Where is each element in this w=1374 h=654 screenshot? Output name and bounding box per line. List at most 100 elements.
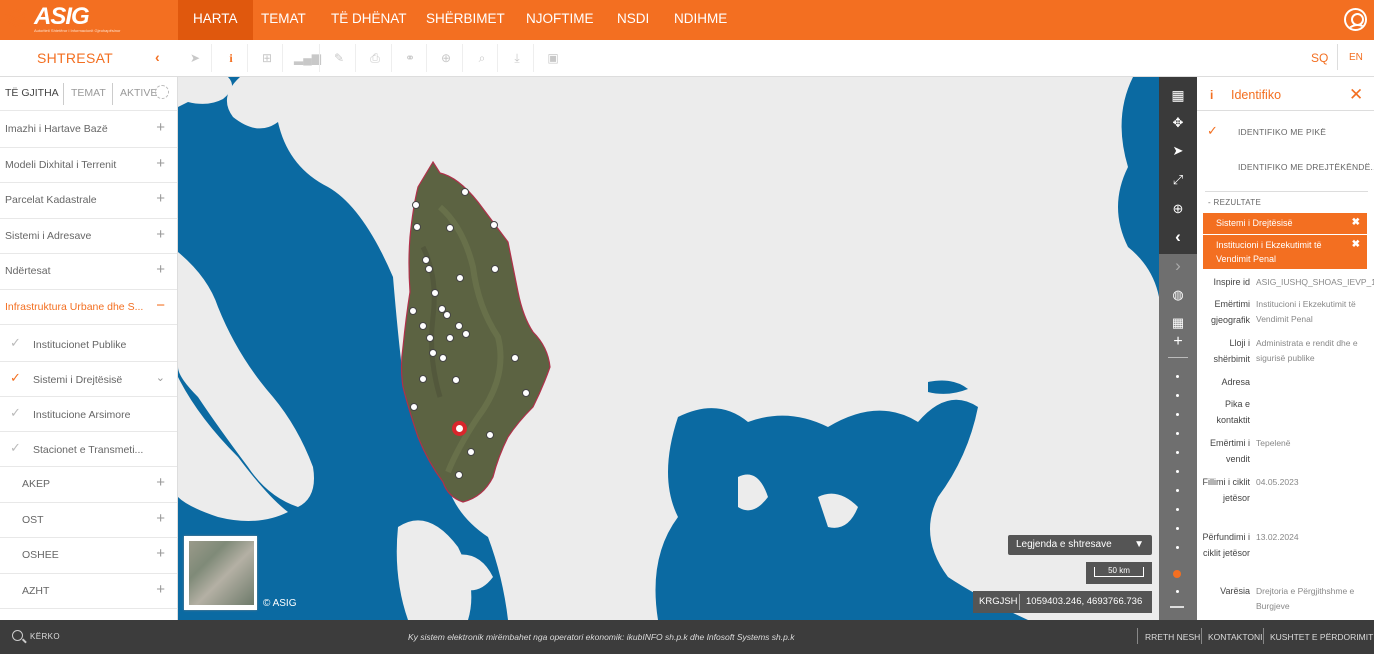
zoom-level-dot[interactable] [1176, 546, 1179, 549]
globe-icon[interactable]: ◍ [1168, 285, 1188, 305]
add-circle-icon[interactable]: ⊕ [437, 49, 455, 67]
nav-ndihme[interactable]: NDIHME [659, 0, 742, 40]
link-icon[interactable]: ⚭ [401, 49, 419, 67]
nav-sherbimet[interactable]: SHËRBIMET [411, 0, 520, 40]
image-icon[interactable]: ▣ [544, 49, 562, 67]
map-marker[interactable] [429, 349, 437, 357]
expand-icon[interactable]: + [156, 474, 165, 491]
zoom-level-dot[interactable] [1176, 590, 1179, 593]
map-marker[interactable] [462, 330, 470, 338]
map-marker[interactable] [446, 334, 454, 342]
satellite-thumbnail[interactable] [189, 541, 254, 605]
tab-active[interactable]: AKTIVE [120, 87, 157, 99]
search-map-icon[interactable]: ⌕ [473, 49, 491, 67]
layer-group[interactable]: Parcelat Kadastrale + [0, 183, 177, 219]
search-button-label[interactable]: KËRKO [30, 632, 60, 641]
sublayer-item[interactable]: ✓ Institucione Arsimore [0, 397, 177, 432]
check-icon[interactable]: ✓ [10, 440, 21, 456]
chart-icon[interactable]: ▂▄▆ [294, 49, 321, 67]
map-marker[interactable] [461, 188, 469, 196]
identify-by-point[interactable]: IDENTIFIKO ME PIKË [1238, 127, 1326, 137]
tab-all[interactable]: TË GJITHA [5, 87, 59, 99]
collapse-panel-button[interactable]: ‹ [155, 49, 160, 65]
locate-icon[interactable]: ➤ [1168, 141, 1188, 161]
layer-group-expanded[interactable]: Infrastruktura Urbane dhe S... − [0, 290, 177, 325]
layer-group[interactable]: AZHT + [0, 574, 177, 609]
expand-arrows-icon[interactable]: ⤢ [1168, 170, 1188, 190]
map-marker[interactable] [490, 221, 498, 229]
back-chevron-icon[interactable]: ‹ [1168, 227, 1188, 247]
zoom-level-dot[interactable] [1176, 432, 1179, 435]
map-marker[interactable] [412, 201, 420, 209]
layer-group[interactable]: Sistemi i Adresave + [0, 219, 177, 254]
check-icon[interactable]: ✓ [10, 335, 21, 351]
zoom-level-dot[interactable] [1176, 489, 1179, 492]
remove-icon[interactable]: ✖ [1352, 216, 1360, 230]
expand-icon[interactable]: + [156, 119, 165, 136]
map-marker[interactable] [511, 354, 519, 362]
map-marker[interactable] [410, 403, 418, 411]
tab-themes[interactable]: TEMAT [71, 87, 106, 99]
map-marker[interactable] [491, 265, 499, 273]
selected-map-marker[interactable] [452, 421, 467, 436]
map-marker[interactable] [522, 389, 530, 397]
expand-icon[interactable]: + [156, 545, 165, 562]
map-marker[interactable] [431, 289, 439, 297]
chevron-down-icon[interactable]: ⌄ [156, 371, 165, 384]
zoom-level-current[interactable] [1173, 570, 1181, 578]
map-marker[interactable] [455, 322, 463, 330]
download-icon[interactable]: ⤓ [508, 49, 526, 67]
info-icon[interactable]: i [222, 49, 240, 67]
zoom-level-dot[interactable] [1176, 527, 1179, 530]
results-header[interactable]: - REZULTATE [1208, 198, 1261, 207]
close-icon[interactable]: ✕ [1349, 85, 1363, 105]
expand-icon[interactable]: + [156, 226, 165, 243]
search-icon[interactable] [12, 630, 23, 641]
expand-icon[interactable]: + [156, 510, 165, 527]
check-icon[interactable]: ✓ [10, 405, 21, 421]
zoom-level-dot[interactable] [1176, 394, 1179, 397]
map-marker[interactable] [413, 223, 421, 231]
layer-group[interactable]: OSHEE + [0, 538, 177, 574]
zoom-level-dot[interactable] [1176, 451, 1179, 454]
zoom-level-dot[interactable] [1176, 470, 1179, 473]
expand-icon[interactable]: + [156, 155, 165, 172]
map-marker[interactable] [439, 354, 447, 362]
check-icon[interactable]: ✓ [10, 370, 21, 386]
pointer-icon[interactable]: ➤ [186, 49, 204, 67]
zoom-level-dot[interactable] [1176, 375, 1179, 378]
identify-by-rectangle[interactable]: IDENTIFIKO ME DREJTËKËNDË... [1238, 162, 1374, 172]
map-marker[interactable] [426, 334, 434, 342]
sublayer-item-active[interactable]: ✓ Sistemi i Drejtësisë ⌄ [0, 362, 177, 397]
map-marker[interactable] [467, 448, 475, 456]
layer-group[interactable]: Modeli Dixhital i Terrenit + [0, 148, 177, 183]
map-marker[interactable] [452, 376, 460, 384]
map-marker[interactable] [419, 322, 427, 330]
crs-label[interactable]: KRGJSH [979, 591, 1018, 613]
grid-icon[interactable]: ▦ [1168, 313, 1188, 333]
nav-harta[interactable]: HARTA [178, 0, 253, 40]
zoom-extent-icon[interactable]: ⊕ [1168, 199, 1188, 219]
map-marker[interactable] [409, 307, 417, 315]
map-marker[interactable] [446, 224, 454, 232]
map-marker[interactable] [419, 375, 427, 383]
zoom-level-dot[interactable] [1176, 508, 1179, 511]
map-marker[interactable] [455, 471, 463, 479]
fullscreen-icon[interactable]: ✥ [1168, 113, 1188, 133]
add-box-icon[interactable]: ⊞ [258, 49, 276, 67]
print-icon[interactable]: ⎙ [366, 49, 384, 67]
layer-group[interactable]: Ndërtesat + [0, 254, 177, 290]
contact-link[interactable]: KONTAKTONI [1208, 632, 1262, 642]
settings-icon[interactable] [155, 85, 169, 99]
user-icon[interactable] [1344, 8, 1367, 31]
layer-group[interactable]: AKEP + [0, 467, 177, 503]
nav-njoftime[interactable]: NJOFTIME [511, 0, 609, 40]
map-marker[interactable] [425, 265, 433, 273]
language-en[interactable]: EN [1349, 52, 1363, 63]
nav-temat[interactable]: TEMAT [246, 0, 321, 40]
sublayer-item[interactable]: ✓ Stacionet e Transmeti... [0, 432, 177, 467]
terms-link[interactable]: KUSHTET E PËRDORIMIT [1270, 632, 1373, 642]
layer-group[interactable]: OST + [0, 503, 177, 538]
map-marker[interactable] [486, 431, 494, 439]
about-link[interactable]: RRETH NESH [1145, 632, 1200, 642]
